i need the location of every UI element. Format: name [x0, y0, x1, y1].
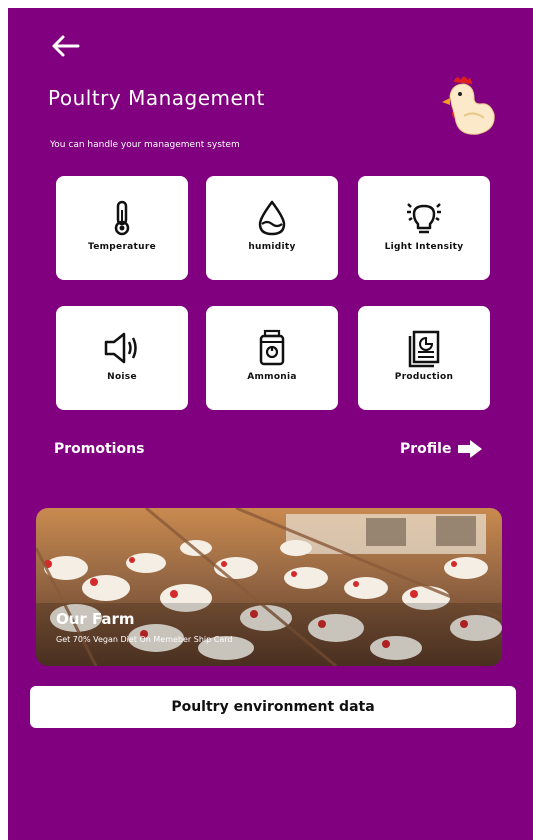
tile-label: Ammonia	[247, 372, 297, 382]
humidity-tile[interactable]: humidity	[206, 176, 338, 280]
production-tile[interactable]: Production	[358, 306, 490, 410]
speaker-icon	[104, 332, 137, 364]
poultry-environment-data-button[interactable]: Poultry environment data	[30, 686, 516, 728]
tile-label: Production	[394, 372, 454, 382]
profile-link[interactable]: Profile	[400, 439, 483, 459]
banner-title: Our Farm	[56, 610, 135, 628]
light-intensity-tile[interactable]: Light Intensity	[358, 176, 490, 280]
tile-label: Light Intensity	[384, 242, 464, 252]
ammonia-sensor-icon	[259, 329, 285, 366]
chicken-icon	[442, 76, 495, 135]
app-screen: Poultry Management You can handle your m…	[8, 8, 533, 840]
promotions-link[interactable]: Promotions	[54, 441, 144, 457]
page-subtitle: You can handle your management system	[50, 140, 240, 150]
noise-tile[interactable]: Noise	[56, 306, 188, 410]
thermometer-icon	[114, 200, 130, 236]
profile-label: Profile	[400, 441, 452, 457]
report-icon	[408, 330, 440, 368]
lightbulb-icon	[407, 203, 441, 234]
farm-banner[interactable]: Our Farm Get 70% Vegan Diet On Memeber S…	[36, 508, 502, 666]
arrow-right-icon	[458, 440, 483, 458]
ammonia-tile[interactable]: Ammonia	[206, 306, 338, 410]
back-button[interactable]	[48, 30, 84, 62]
arrow-left-icon	[52, 35, 80, 57]
water-drop-icon	[258, 200, 286, 236]
page-title: Poultry Management	[48, 86, 265, 110]
banner-text: Get 70% Vegan Diet On Memeber Ship Card	[56, 635, 233, 644]
tile-label: humidity	[248, 242, 296, 252]
tile-label: Temperature	[87, 242, 157, 252]
tile-label: Noise	[107, 372, 137, 382]
temperature-tile[interactable]: Temperature	[56, 176, 188, 280]
